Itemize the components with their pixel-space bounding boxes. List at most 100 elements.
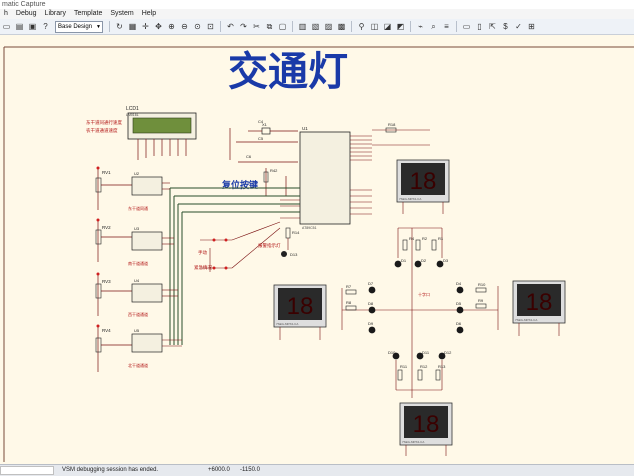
help-icon[interactable]: ?: [40, 21, 51, 32]
svg-text:D12: D12: [444, 350, 452, 355]
lcd-ref: LCD1: [126, 106, 139, 112]
property-icon[interactable]: ≡: [441, 21, 452, 32]
schematic-canvas[interactable]: 交通灯 LCD1 LM016L 东干道同通行速度 农干道通道速度 X1 C4 C…: [0, 35, 634, 464]
svg-text:RV1: RV1: [102, 170, 111, 175]
paste-icon[interactable]: ▢: [277, 21, 288, 32]
svg-text:18: 18: [526, 289, 553, 316]
menu-item-library[interactable]: Library: [41, 9, 70, 19]
refresh-icon[interactable]: ↻: [114, 21, 125, 32]
manual-switch-label: 手动: [198, 249, 207, 256]
bill-of-materials-icon[interactable]: $: [500, 21, 511, 32]
svg-text:7SEG-MPX2-CA: 7SEG-MPX2-CA: [276, 322, 298, 326]
lcd-label-north: 农干道通道速度: [86, 127, 118, 134]
menu-item-help[interactable]: Help: [138, 9, 160, 19]
zoom-all-icon[interactable]: ⊙: [192, 21, 203, 32]
save-icon[interactable]: ▣: [27, 21, 38, 32]
svg-text:18: 18: [410, 168, 437, 195]
svg-text:R18: R18: [388, 122, 396, 127]
undo-icon[interactable]: ↶: [225, 21, 236, 32]
svg-text:D2: D2: [421, 258, 427, 263]
pick-device-icon[interactable]: ⚲: [356, 21, 367, 32]
status-message: VSM debugging session has ended.: [62, 467, 159, 473]
toolbar-separator: [410, 21, 411, 32]
design-select[interactable]: Base Design ▼: [55, 20, 103, 33]
zoom-out-icon[interactable]: ⊖: [179, 21, 190, 32]
resistor-ref: R12: [420, 364, 428, 369]
coordinate-y: -1150.0: [240, 467, 260, 473]
menu-item-debug[interactable]: Debug: [12, 9, 41, 19]
seg-display-north[interactable]: 18 7SEG-MPX2-CA: [396, 159, 450, 203]
package-icon[interactable]: ◪: [382, 21, 393, 32]
adc-label-2: 南干道通道: [128, 260, 148, 266]
menu-item-system[interactable]: System: [106, 9, 137, 19]
svg-text:U3: U3: [134, 226, 140, 231]
svg-text:7SEG-MPX2-CA: 7SEG-MPX2-CA: [399, 197, 421, 201]
new-icon[interactable]: ▭: [1, 21, 12, 32]
seg-display-west[interactable]: 18 7SEG-MPX2-CA: [273, 284, 327, 328]
svg-text:RV4: RV4: [102, 328, 111, 333]
toolbar-separator: [220, 21, 221, 32]
toolbar-separator: [292, 21, 293, 32]
exit-parent-icon[interactable]: ⇱: [487, 21, 498, 32]
svg-text:RV3: RV3: [102, 279, 111, 284]
adc-label-4: 北干道通道: [128, 362, 148, 368]
svg-text:7SEG-MPX2-CA: 7SEG-MPX2-CA: [515, 318, 537, 322]
electrical-check-icon[interactable]: ✓: [513, 21, 524, 32]
make-device-icon[interactable]: ◫: [369, 21, 380, 32]
svg-text:D7: D7: [368, 281, 374, 286]
resistor-ref: R42: [270, 168, 278, 173]
svg-text:D11: D11: [422, 350, 430, 355]
pan-icon[interactable]: ✥: [153, 21, 164, 32]
wire-autorouter-icon[interactable]: ⌁: [415, 21, 426, 32]
resistor-ref: R2: [422, 236, 428, 241]
redo-icon[interactable]: ↷: [238, 21, 249, 32]
zoom-area-icon[interactable]: ⊡: [205, 21, 216, 32]
block-move-icon[interactable]: ▧: [310, 21, 321, 32]
block-copy-icon[interactable]: ▥: [297, 21, 308, 32]
resistor-ref: R9: [478, 298, 484, 303]
lcd-label-east: 东干道同通行速度: [86, 119, 122, 126]
copy-icon[interactable]: ⧉: [264, 21, 275, 32]
adc-label-3: 西干道通道: [128, 311, 148, 317]
remove-sheet-icon[interactable]: ▯: [474, 21, 485, 32]
svg-text:D3: D3: [443, 258, 449, 263]
cap-ref: C5: [258, 136, 264, 141]
status-indicator: [0, 466, 54, 475]
cap-ref: C4: [258, 119, 264, 124]
cut-icon[interactable]: ✂: [251, 21, 262, 32]
svg-text:18: 18: [413, 411, 440, 438]
resistor-ref: R13: [438, 364, 446, 369]
decompose-icon[interactable]: ◩: [395, 21, 406, 32]
resistor-ref: R8: [346, 300, 352, 305]
alarm-led-label: 报警指示灯: [258, 242, 281, 249]
lcd-part: LM016L: [126, 113, 139, 117]
origin-icon[interactable]: ✛: [140, 21, 151, 32]
grid-icon[interactable]: ▦: [127, 21, 138, 32]
menu-item-file[interactable]: h: [0, 9, 12, 19]
svg-text:U2: U2: [134, 171, 140, 176]
seg-display-south[interactable]: 18 7SEG-MPX2-CA: [399, 402, 453, 446]
search-icon[interactable]: ⌕: [428, 21, 439, 32]
resistor-ref: R4: [409, 236, 415, 241]
toolbar: ▭ ▤ ▣ ? Base Design ▼ ↻ ▦ ✛ ✥ ⊕ ⊖ ⊙ ⊡ ↶ ↷…: [0, 19, 634, 35]
svg-text:D9: D9: [368, 321, 374, 326]
svg-text:D8: D8: [368, 301, 374, 306]
netlist-icon[interactable]: ⊞: [526, 21, 537, 32]
svg-text:U5: U5: [134, 328, 140, 333]
new-sheet-icon[interactable]: ▭: [461, 21, 472, 32]
zoom-in-icon[interactable]: ⊕: [166, 21, 177, 32]
svg-text:R14: R14: [292, 230, 300, 235]
svg-text:D13: D13: [290, 252, 298, 257]
svg-text:AT89C51: AT89C51: [302, 226, 317, 230]
center-label: 十字口: [418, 291, 430, 297]
svg-text:RV2: RV2: [102, 225, 111, 230]
resistor-ref: R10: [478, 282, 486, 287]
block-rotate-icon[interactable]: ▨: [323, 21, 334, 32]
open-icon[interactable]: ▤: [14, 21, 25, 32]
seg-display-east[interactable]: 18 7SEG-MPX2-CA: [512, 280, 566, 324]
block-delete-icon[interactable]: ▩: [336, 21, 347, 32]
svg-text:D4: D4: [456, 281, 462, 286]
menu-item-template[interactable]: Template: [70, 9, 106, 19]
svg-text:D6: D6: [456, 321, 462, 326]
toolbar-separator: [351, 21, 352, 32]
